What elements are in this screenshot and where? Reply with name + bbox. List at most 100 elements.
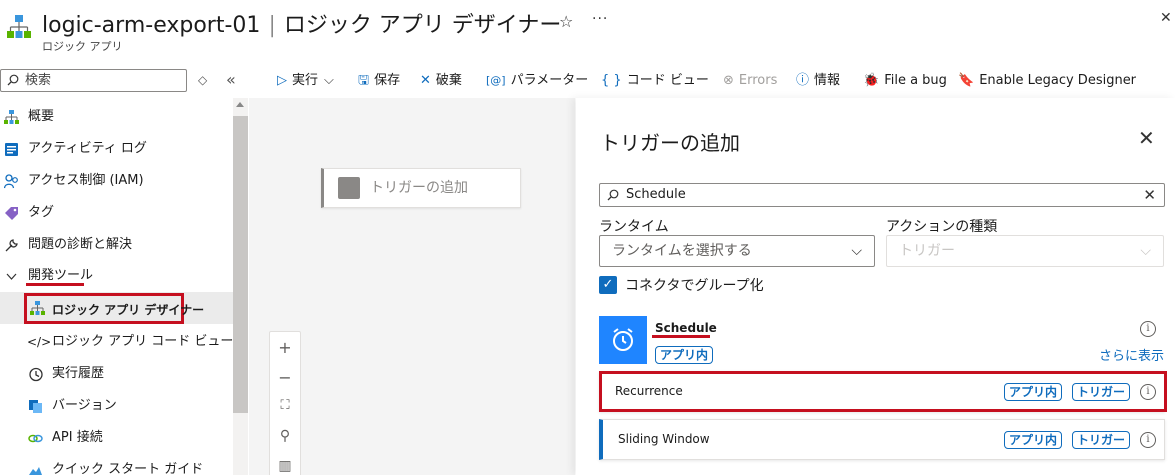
highlight-underline	[26, 283, 84, 286]
sidebar-group-dev-tools[interactable]: 開発ツール	[0, 261, 233, 291]
sort-icon[interactable]: ◇	[198, 73, 207, 87]
panel-title: トリガーの追加	[600, 131, 740, 155]
operation-info-icon[interactable]: i	[1140, 432, 1156, 448]
operation-search-input[interactable]: Schedule ✕	[599, 183, 1165, 207]
sidebar-item-label: API 接続	[52, 430, 103, 445]
save-button[interactable]: 🖫 保存	[358, 69, 400, 93]
connector-name[interactable]: Schedule	[655, 321, 717, 335]
bookmark-icon: 🔖	[958, 73, 975, 88]
sidebar-item-label: タグ	[28, 205, 55, 220]
zoom-in-icon[interactable]: +	[270, 338, 300, 357]
title-separator: |	[268, 13, 276, 38]
schedule-connector-icon[interactable]	[599, 316, 647, 364]
discard-button[interactable]: ✕ 破棄	[420, 69, 462, 93]
collapse-sidebar-icon[interactable]: «	[226, 70, 236, 89]
resource-type: ロジック アプリ	[42, 40, 123, 53]
action-type-dropdown[interactable]: トリガー ⌵	[886, 235, 1164, 267]
sidebar-item-label: 問題の診断と解決	[28, 237, 133, 252]
action-type-placeholder: トリガー	[899, 243, 955, 259]
activity-log-icon	[5, 143, 18, 156]
sidebar-item-label: バージョン	[52, 398, 117, 413]
parameters-label: パラメーター	[510, 73, 589, 88]
show-more-link[interactable]: さらに表示	[1099, 345, 1164, 364]
page-name: ロジック アプリ デザイナー	[283, 13, 562, 38]
sidebar-item-api-connections[interactable]: API 接続	[0, 423, 233, 453]
errors-button[interactable]: ⊗ Errors	[723, 69, 777, 93]
close-icon[interactable]: ✕	[1160, 10, 1172, 26]
resource-name: logic-arm-export-01	[42, 13, 261, 38]
error-icon: ⊗	[723, 73, 734, 88]
info-button[interactable]: ⓘ 情報	[796, 69, 840, 93]
parameters-icon: [@]	[486, 74, 506, 87]
sidebar-item-label: 概要	[28, 109, 55, 124]
trigger-placeholder-icon	[338, 177, 360, 199]
search-icon	[7, 74, 19, 86]
group-by-connector-checkbox[interactable]: ✓	[599, 276, 617, 294]
chevron-down-icon	[6, 273, 17, 280]
runtime-dropdown[interactable]: ランタイムを選択する ⌵	[599, 235, 875, 267]
discard-icon: ✕	[420, 73, 431, 88]
highlight-underline	[652, 335, 710, 338]
run-button[interactable]: ▷ 実行 ⌵	[277, 69, 334, 93]
tag-icon	[5, 207, 18, 220]
scrollbar-thumb[interactable]	[233, 116, 248, 413]
run-label: 実行	[292, 73, 319, 88]
runtime-placeholder: ランタイムを選択する	[612, 243, 752, 259]
braces-icon: { }	[601, 73, 622, 88]
minimap-icon[interactable]: ▥	[270, 458, 300, 474]
sidebar-item-code-view[interactable]: </> ロジック アプリ コード ビュー	[0, 327, 233, 357]
sidebar-item-tags[interactable]: タグ	[0, 198, 233, 228]
search-icon	[607, 189, 619, 201]
code-icon: </>	[27, 335, 52, 349]
sidebar-item-overview[interactable]: 概要	[0, 102, 233, 132]
sidebar-item-label: 開発ツール	[28, 268, 94, 283]
file-bug-label: File a bug	[884, 73, 947, 88]
favorite-star-icon[interactable]: ☆	[559, 12, 573, 31]
bug-icon: 🐞	[863, 73, 880, 88]
legacy-designer-button[interactable]: 🔖 Enable Legacy Designer	[958, 69, 1136, 93]
api-connection-icon	[28, 434, 43, 443]
clear-search-icon[interactable]: ✕	[1143, 184, 1156, 206]
info-icon: ⓘ	[796, 73, 810, 88]
sidebar-item-activity-log[interactable]: アクティビティ ログ	[0, 134, 233, 164]
save-label: 保存	[374, 73, 401, 88]
sidebar-item-label: アクティビティ ログ	[28, 141, 147, 156]
operation-badge-inapp: アプリ内	[1004, 431, 1063, 449]
group-by-connector-label: コネクタでグループ化	[625, 278, 764, 294]
sidebar-item-label: 実行履歴	[52, 366, 105, 381]
alarm-clock-icon	[613, 328, 633, 351]
sidebar-item-versions[interactable]: バージョン	[0, 391, 233, 421]
fit-view-icon[interactable]: ⛶	[270, 398, 300, 413]
connector-info-icon[interactable]: i	[1140, 321, 1156, 337]
chevron-down-icon: ⌵	[851, 243, 862, 259]
sidebar-item-iam[interactable]: アクセス制御 (IAM)	[0, 166, 233, 196]
sidebar-item-run-history[interactable]: 実行履歴	[0, 359, 233, 389]
save-icon: 🖫	[358, 73, 370, 88]
add-trigger-card[interactable]: トリガーの追加	[321, 168, 521, 208]
sidebar-item-quickstart[interactable]: クイック スタート ガイド	[0, 455, 233, 475]
code-view-button[interactable]: { } コード ビュー	[601, 69, 709, 93]
operation-badge-trigger: トリガー	[1072, 431, 1131, 449]
info-label: 情報	[814, 73, 841, 88]
zoom-out-icon[interactable]: −	[270, 368, 300, 387]
sidebar-item-label: クイック スタート ガイド	[52, 462, 204, 475]
sidebar-search-input[interactable]: 検索	[0, 69, 187, 92]
more-options-icon[interactable]: ···	[592, 11, 608, 27]
scroll-up-icon[interactable]	[236, 102, 244, 107]
file-bug-button[interactable]: 🐞 File a bug	[863, 69, 947, 93]
quickstart-icon	[29, 467, 42, 475]
wrench-icon	[5, 239, 18, 252]
page-title: logic-arm-export-01 | ロジック アプリ デザイナー	[42, 7, 561, 39]
sidebar-item-diagnose[interactable]: 問題の診断と解決	[0, 230, 233, 260]
discard-label: 破棄	[435, 73, 462, 88]
overview-icon	[4, 110, 19, 124]
runtime-label: ランタイム	[599, 219, 669, 235]
search-value: Schedule	[626, 187, 686, 202]
search-placeholder: 検索	[25, 73, 52, 88]
zoom-search-icon[interactable]: ⚲	[270, 428, 300, 444]
parameters-button[interactable]: [@] パラメーター	[486, 69, 588, 93]
chevron-down-icon: ⌵	[324, 73, 334, 88]
panel-close-icon[interactable]: ✕	[1138, 126, 1155, 150]
sidebar-scrollbar[interactable]	[233, 98, 248, 475]
code-view-label: コード ビュー	[626, 73, 709, 88]
